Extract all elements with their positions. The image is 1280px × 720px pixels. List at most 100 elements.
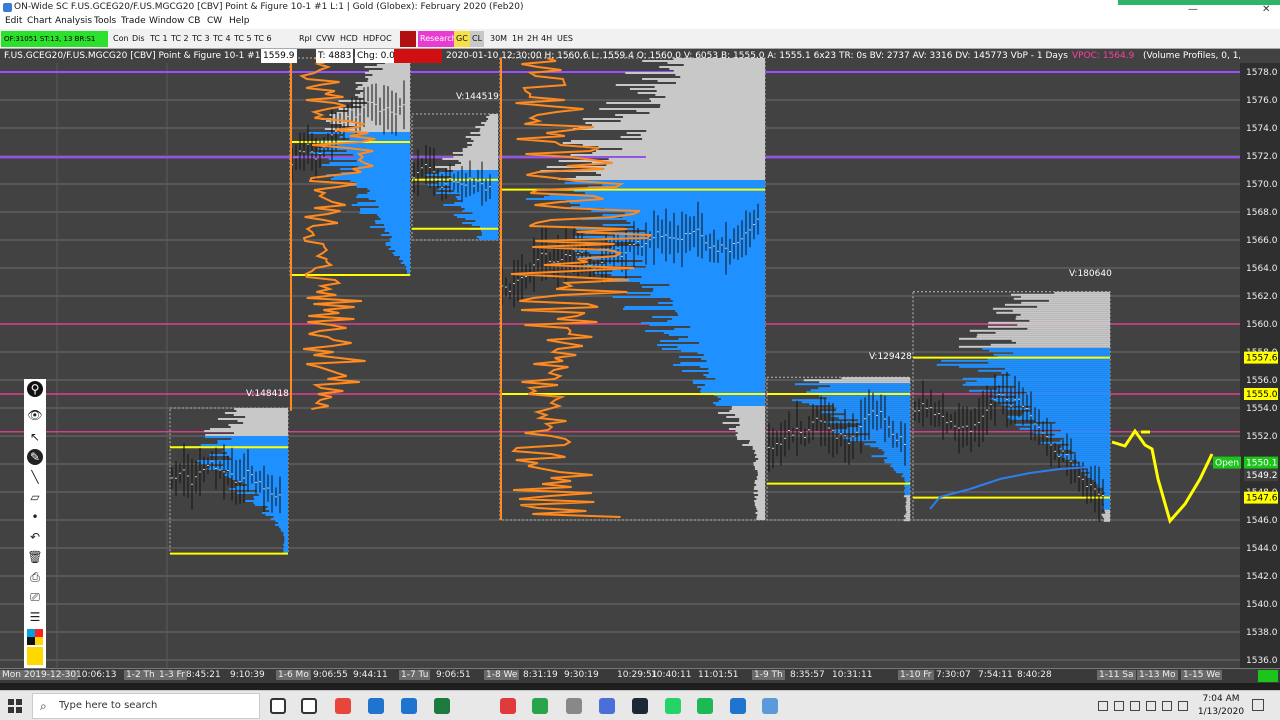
toolbar-button-cvw[interactable]: CVW: [314, 31, 337, 47]
menu-window[interactable]: Window: [149, 16, 185, 26]
volume-tray-icon[interactable]: [1178, 701, 1188, 711]
pin-icon[interactable]: ⚲: [27, 381, 43, 397]
store-icon[interactable]: [401, 698, 417, 714]
toolbar-button-tc-4[interactable]: TC 4: [211, 31, 233, 47]
app-blue-icon[interactable]: [599, 698, 615, 714]
chart-canvas[interactable]: 1578.0 1576.0 1574.0 1572.0 1570.0 1568.0 1566…: [0, 49, 1280, 668]
pencil-icon[interactable]: ✎: [27, 449, 43, 465]
profile-bar: [841, 377, 910, 380]
pointer-icon[interactable]: ↖: [27, 429, 43, 445]
menu-trade[interactable]: Trade: [121, 16, 146, 26]
profile-bar: [228, 424, 288, 426]
search-placeholder: Type here to search: [59, 700, 158, 711]
steam-icon[interactable]: [632, 698, 648, 714]
toolbar-button-con[interactable]: Con: [111, 31, 131, 47]
edge-icon[interactable]: [368, 698, 384, 714]
line-tool-icon[interactable]: ╲: [27, 469, 43, 485]
clipboard-icon[interactable]: ☰: [27, 609, 43, 625]
record-button[interactable]: [400, 31, 416, 47]
printer-icon[interactable]: ⎙: [27, 569, 43, 585]
app-gray-icon[interactable]: [566, 698, 582, 714]
taskbar-search-box[interactable]: ⌕ Type here to search: [32, 693, 260, 719]
battery-tray-icon[interactable]: [1146, 701, 1156, 711]
toolbar-button-4h[interactable]: 4H: [539, 31, 554, 47]
chart-area[interactable]: 1578.0 1576.0 1574.0 1572.0 1570.0 1568.0 1566…: [0, 49, 1280, 668]
toolbar-button-hdfoc[interactable]: HDFOC: [361, 31, 394, 47]
menu-cw[interactable]: CW: [207, 16, 222, 26]
toolbar-button-research[interactable]: Research: [418, 31, 459, 47]
toolbar-button-ues[interactable]: UES: [555, 31, 575, 47]
profile-bar: [641, 286, 765, 288]
toolbar-button-2h[interactable]: 2H: [525, 31, 540, 47]
scroll-position-badge[interactable]: [1258, 670, 1278, 682]
profile-bar: [611, 274, 765, 276]
menu-tools[interactable]: Tools: [94, 16, 116, 26]
network-tray-icon[interactable]: [1098, 701, 1108, 711]
color-swatch[interactable]: [35, 629, 43, 637]
app-window-icon[interactable]: [762, 698, 778, 714]
undo-icon[interactable]: ↶: [27, 529, 43, 545]
mail-icon[interactable]: [730, 698, 746, 714]
price-scale-label: 1538.0: [1246, 628, 1278, 638]
profile-bar: [821, 411, 910, 414]
price-scale-label: 1568.0: [1246, 208, 1278, 218]
toolbar-button-tc-3[interactable]: TC 3: [190, 31, 212, 47]
color-swatch[interactable]: [35, 637, 43, 645]
onedrive-tray-icon[interactable]: [1114, 701, 1124, 711]
profile-bar: [591, 124, 765, 126]
menu-bar: Edit Chart Analysis Tools Trade Window CB CW Hel…: [0, 15, 1280, 29]
cortana-icon[interactable]: [270, 698, 286, 714]
profile-bar: [380, 218, 410, 220]
eye-icon[interactable]: 👁: [27, 407, 43, 423]
toolbar-button-rpl[interactable]: Rpl: [297, 31, 314, 47]
profile-bar: [245, 500, 288, 502]
profile-bar: [672, 304, 765, 306]
profile-bar: [670, 298, 765, 300]
whatsapp-icon[interactable]: [665, 698, 681, 714]
task-view-icon[interactable]: [301, 698, 317, 714]
app-green-icon[interactable]: [532, 698, 548, 714]
toolbar-button-tc-5[interactable]: TC 5: [232, 31, 254, 47]
windows-start-icon[interactable]: [8, 699, 22, 713]
color-swatch[interactable]: [27, 629, 35, 637]
menu-edit[interactable]: Edit: [5, 16, 22, 26]
toolbar-button-30m[interactable]: 30M: [488, 31, 509, 47]
drawing-tools-panel: ⚲ 👁 ↖ ✎ ╲ ▱ • ↶ 🗑 ⎙ ⎚ ☰: [24, 379, 46, 669]
toolbar-button-gc[interactable]: GC: [454, 31, 470, 47]
menu-cb[interactable]: CB: [188, 16, 200, 26]
toolbar-button-1h[interactable]: 1H: [510, 31, 525, 47]
trash-icon[interactable]: 🗑: [27, 549, 43, 565]
eraser-icon[interactable]: ▱: [27, 489, 43, 505]
camera-icon[interactable]: ⎚: [27, 589, 43, 605]
toolbar-button-tc-2[interactable]: TC 2: [169, 31, 191, 47]
profile-bar: [858, 419, 910, 422]
keyboard-tray-icon[interactable]: [1162, 701, 1172, 711]
profile-bar: [1026, 391, 1110, 394]
toolbar-button-dis[interactable]: Dis: [130, 31, 147, 47]
spotify-icon[interactable]: [697, 698, 713, 714]
profile-bar: [383, 224, 410, 226]
dot-tool-icon[interactable]: •: [27, 509, 43, 525]
profile-bar: [996, 311, 1110, 314]
notification-center-icon[interactable]: [1252, 699, 1264, 711]
toolbar-button-cl[interactable]: CL: [470, 31, 485, 47]
menu-help[interactable]: Help: [229, 16, 250, 26]
speaker-tray-icon[interactable]: [1130, 701, 1140, 711]
menu-chart[interactable]: Chart: [27, 16, 52, 26]
menu-analysis[interactable]: Analysis: [55, 16, 92, 26]
toolbar-button-hcd[interactable]: HCD: [338, 31, 360, 47]
profile-bar: [642, 260, 765, 262]
toolbar-button-tc-6[interactable]: TC 6: [252, 31, 274, 47]
app-red-icon[interactable]: [500, 698, 516, 714]
profile-bar: [739, 424, 765, 426]
profile-bar: [254, 504, 288, 506]
toolbar-button-tc-1[interactable]: TC 1: [148, 31, 170, 47]
color-swatch[interactable]: [27, 637, 35, 645]
chrome-icon[interactable]: [335, 698, 351, 714]
current-color-swatch[interactable]: [27, 647, 43, 665]
profile-bar: [756, 476, 765, 478]
system-clock[interactable]: 7:04 AM 1/13/2020: [1196, 693, 1246, 719]
profile-bar: [989, 349, 1110, 352]
profile-bar: [633, 226, 765, 228]
excel-icon[interactable]: [434, 698, 450, 714]
